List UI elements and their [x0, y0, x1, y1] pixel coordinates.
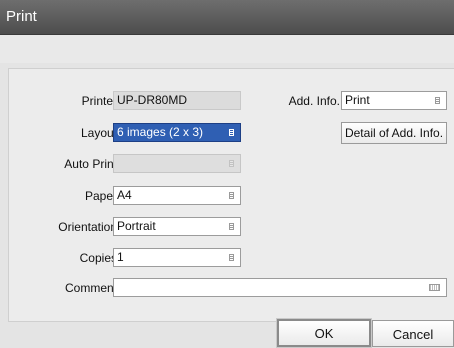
auto-print-label: Auto Print: [64, 157, 117, 171]
ok-button[interactable]: OK: [277, 319, 371, 347]
paper-select[interactable]: A4: [113, 186, 241, 205]
layout-label: Layout: [80, 126, 117, 140]
dropdown-icon: [229, 192, 234, 199]
print-settings-panel: Printer UP-DR80MD Add. Info. Print Layou…: [8, 68, 454, 322]
paper-value: A4: [117, 188, 132, 202]
comment-label: Comment: [64, 281, 117, 295]
dropdown-icon: [229, 129, 234, 136]
orientation-label: Orientation: [58, 220, 117, 234]
title-bar: Print: [0, 0, 454, 35]
orientation-value: Portrait: [117, 219, 156, 233]
copies-label: Copies: [79, 251, 117, 265]
window-title: Print: [6, 8, 37, 25]
dropdown-icon: [435, 97, 440, 104]
printer-field: UP-DR80MD: [113, 91, 241, 110]
add-info-value: Print: [345, 93, 370, 107]
toolbar-area: [0, 35, 454, 63]
comment-input[interactable]: [113, 278, 447, 297]
copies-value: 1: [117, 250, 124, 264]
dropdown-icon: [229, 223, 234, 230]
printer-value: UP-DR80MD: [117, 93, 188, 107]
cancel-button[interactable]: Cancel: [372, 320, 454, 347]
keyboard-icon[interactable]: [429, 284, 440, 291]
layout-value: 6 images (2 x 3): [117, 125, 204, 139]
layout-select[interactable]: 6 images (2 x 3): [113, 123, 241, 142]
add-info-select[interactable]: Print: [341, 91, 447, 110]
auto-print-select: [113, 154, 241, 173]
dropdown-icon: [229, 254, 234, 261]
dropdown-icon: [229, 160, 234, 167]
detail-add-info-button[interactable]: Detail of Add. Info.: [341, 122, 447, 144]
orientation-select[interactable]: Portrait: [113, 217, 241, 236]
add-info-label: Add. Info.: [288, 94, 340, 108]
copies-select[interactable]: 1: [113, 248, 241, 267]
printer-label: Printer: [81, 94, 117, 108]
